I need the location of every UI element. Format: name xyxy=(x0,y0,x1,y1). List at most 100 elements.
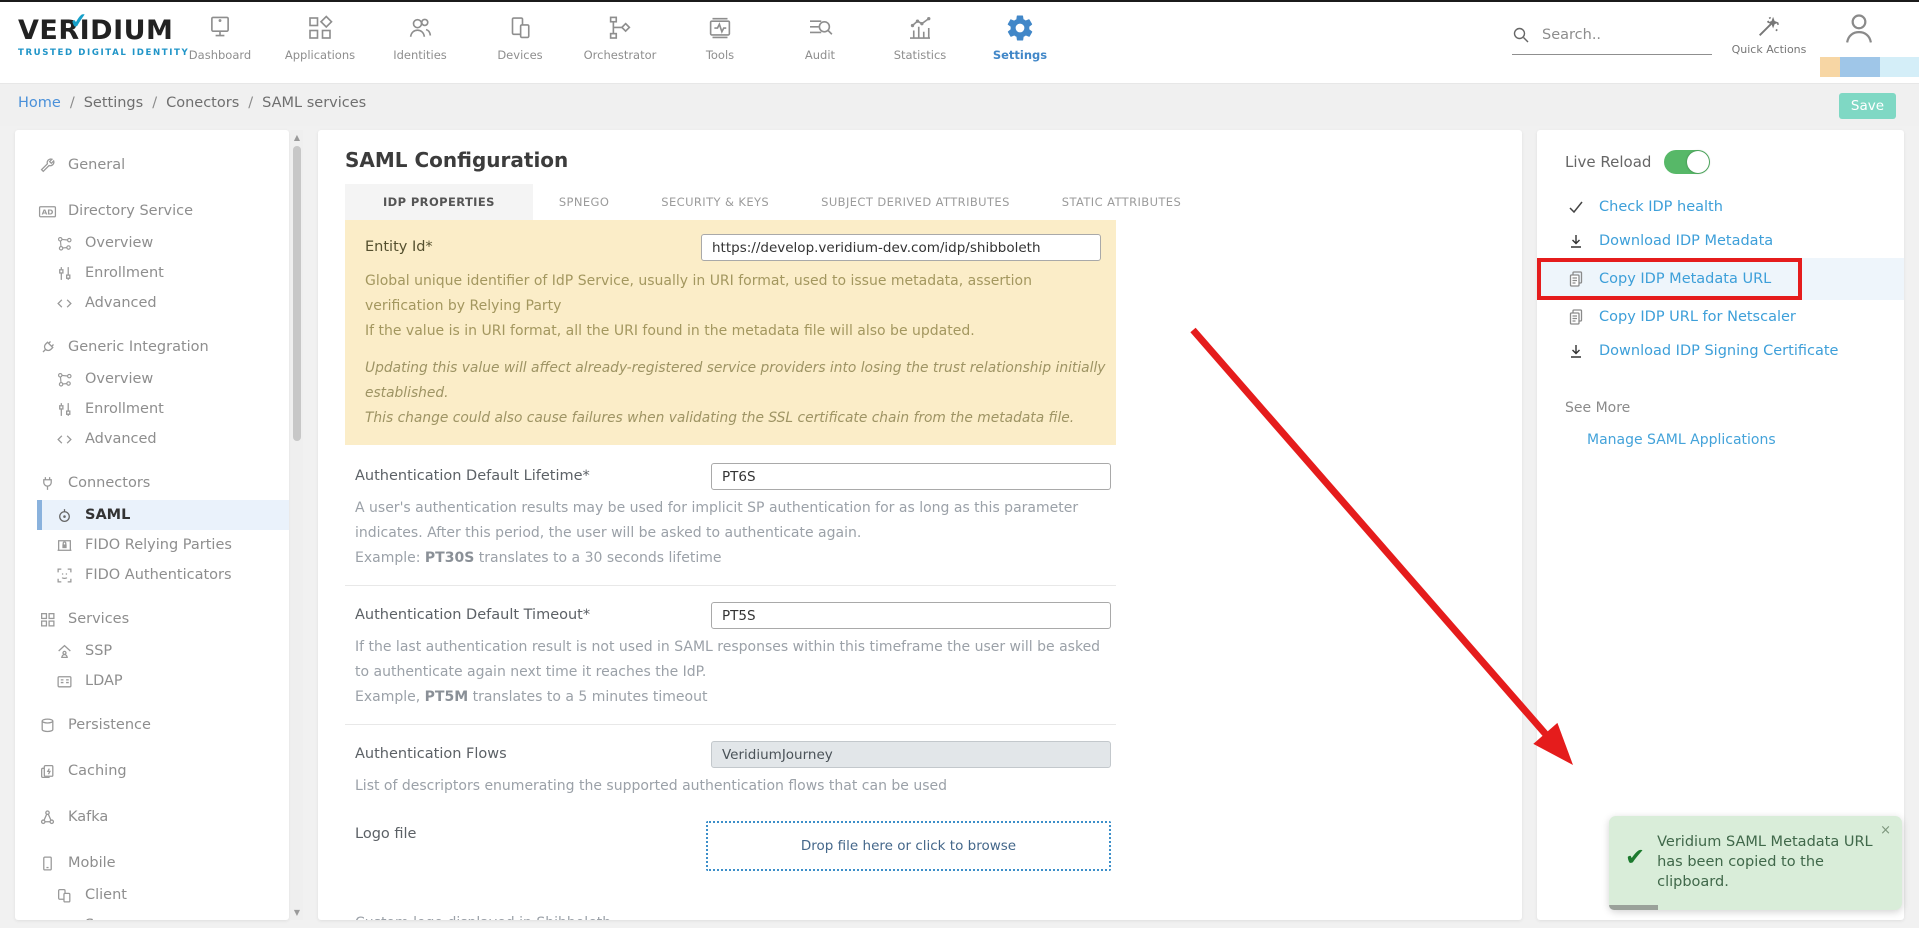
sidebar-item-server[interactable]: Server xyxy=(15,910,289,920)
home-user-icon xyxy=(55,643,74,660)
sidebar-item-gi-enrollment[interactable]: Enrollment xyxy=(15,394,289,424)
breadcrumb-settings[interactable]: Settings xyxy=(84,95,143,111)
logo-file-dropzone[interactable]: Drop file here or click to browse xyxy=(706,821,1111,871)
nav-dashboard[interactable]: Dashboard xyxy=(170,10,270,62)
success-check-icon: ✔ xyxy=(1625,844,1645,892)
sliders-icon xyxy=(55,401,74,418)
toast-close-icon[interactable]: × xyxy=(1880,823,1891,838)
auth-default-lifetime-label: Authentication Default Lifetime* xyxy=(355,463,590,490)
sidebar-item-mobile[interactable]: Mobile xyxy=(15,846,289,880)
tab-subject-derived-attributes[interactable]: SUBJECT DERIVED ATTRIBUTES xyxy=(795,184,1036,220)
activity-icon xyxy=(670,10,770,46)
network-icon xyxy=(55,371,74,388)
sidebar-item-ldap[interactable]: LDAP xyxy=(15,666,289,696)
sidebar-item-fido-relying-parties[interactable]: FIDO Relying Parties xyxy=(15,530,289,560)
sidebar-item-ssp[interactable]: SSP xyxy=(15,636,289,666)
sidebar-scrollbar[interactable]: ▲ ▼ xyxy=(291,130,303,920)
download-idp-signing-certificate-link[interactable]: Download IDP Signing Certificate xyxy=(1537,334,1904,368)
code-icon xyxy=(55,431,74,448)
entity-id-input[interactable] xyxy=(701,234,1101,261)
sidebar-item-client[interactable]: Client xyxy=(15,880,289,910)
entity-id-label: Entity Id* xyxy=(365,234,433,261)
sidebar-item-fido-authenticators[interactable]: FIDO Authenticators xyxy=(15,560,289,590)
logo-file-label: Logo file xyxy=(355,821,416,848)
authentication-flows-label: Authentication Flows xyxy=(355,741,507,768)
device-lock-icon xyxy=(55,537,74,554)
sidebar-item-kafka[interactable]: Kafka xyxy=(15,800,289,834)
settings-sidebar: General AD Directory Service Overview En… xyxy=(15,130,289,920)
header-search xyxy=(1512,26,1712,55)
main-nav: Dashboard Applications Identities Device… xyxy=(170,10,1070,62)
sidebar-item-general[interactable]: General xyxy=(15,148,289,182)
auth-default-lifetime-description: A user's authentication results may be u… xyxy=(355,496,1116,571)
plug-icon xyxy=(38,475,57,492)
quick-actions-button[interactable]: Quick Actions xyxy=(1723,12,1815,56)
live-reload-toggle[interactable] xyxy=(1664,150,1710,174)
tab-static-attributes[interactable]: STATIC ATTRIBUTES xyxy=(1036,184,1207,220)
save-button[interactable]: Save xyxy=(1839,93,1896,119)
nav-statistics[interactable]: Statistics xyxy=(870,10,970,62)
entity-id-warning-text: Updating this value will affect already-… xyxy=(365,356,1106,431)
nav-tools[interactable]: Tools xyxy=(670,10,770,62)
server-icon xyxy=(55,917,74,921)
nav-orchestrator[interactable]: Orchestrator xyxy=(570,10,670,62)
clipboard-toast: ✔ Veridium SAML Metadata URL has been co… xyxy=(1609,816,1902,910)
logo-file-description: Custom logo displayed in Shibboleth xyxy=(345,911,1116,920)
sidebar-item-generic-integration[interactable]: Generic Integration xyxy=(15,330,289,364)
divider xyxy=(345,585,1116,586)
sidebar-item-caching[interactable]: Caching xyxy=(15,754,289,788)
authentication-flows-description: List of descriptors enumerating the supp… xyxy=(355,774,1116,799)
toast-progress-bar xyxy=(1609,905,1658,910)
scroll-down-icon[interactable]: ▼ xyxy=(291,908,303,917)
nav-identities[interactable]: Identities xyxy=(370,10,470,62)
search-input[interactable] xyxy=(1542,27,1692,43)
nav-devices[interactable]: Devices xyxy=(470,10,570,62)
magic-wand-icon xyxy=(1723,12,1815,40)
live-reload-label: Live Reload xyxy=(1565,153,1651,171)
profile-avatar[interactable] xyxy=(1840,10,1878,48)
sidebar-item-services[interactable]: Services xyxy=(15,602,289,636)
manage-saml-applications-link[interactable]: Manage SAML Applications xyxy=(1537,432,1904,448)
sidebar-item-connectors[interactable]: Connectors xyxy=(15,466,289,500)
grid-diamond-icon xyxy=(270,10,370,46)
sidebar-item-directory-service[interactable]: AD Directory Service xyxy=(15,194,289,228)
idp-actions-list: Check IDP health Download IDP Metadata C… xyxy=(1537,190,1904,368)
page-title: SAML Configuration xyxy=(345,146,1522,174)
tab-spnego[interactable]: SPNEGO xyxy=(533,184,635,220)
divider xyxy=(345,724,1116,725)
logo-check-icon: ✔ xyxy=(68,5,89,37)
copy-icon xyxy=(1567,308,1585,326)
check-idp-health-link[interactable]: Check IDP health xyxy=(1537,190,1904,224)
auth-default-lifetime-input[interactable] xyxy=(711,463,1111,490)
scrollbar-thumb[interactable] xyxy=(293,146,301,441)
tab-security-keys[interactable]: SECURITY & KEYS xyxy=(635,184,795,220)
cache-icon xyxy=(38,763,57,780)
copy-idp-metadata-url-link[interactable]: Copy IDP Metadata URL xyxy=(1537,258,1904,300)
sidebar-item-saml[interactable]: SAML xyxy=(37,500,289,530)
breadcrumb-home[interactable]: Home xyxy=(18,95,61,111)
download-idp-metadata-link[interactable]: Download IDP Metadata xyxy=(1537,224,1904,258)
nav-applications[interactable]: Applications xyxy=(270,10,370,62)
sidebar-item-ds-enrollment[interactable]: Enrollment xyxy=(15,258,289,288)
sidebar-item-ds-advanced[interactable]: Advanced xyxy=(15,288,289,318)
see-more-label: See More xyxy=(1537,400,1904,416)
monitor-icon xyxy=(170,10,270,46)
kafka-icon xyxy=(38,809,57,826)
contact-card-icon xyxy=(55,673,74,690)
copy-idp-url-netscaler-link[interactable]: Copy IDP URL for Netscaler xyxy=(1537,300,1904,334)
plug-icon xyxy=(38,339,57,356)
sidebar-item-gi-overview[interactable]: Overview xyxy=(15,364,289,394)
mobile-icon xyxy=(38,855,57,872)
authentication-flows-input xyxy=(711,741,1111,768)
nav-audit[interactable]: Audit xyxy=(770,10,870,62)
sidebar-item-ds-overview[interactable]: Overview xyxy=(15,228,289,258)
sidebar-item-persistence[interactable]: Persistence xyxy=(15,708,289,742)
wrench-icon xyxy=(38,157,57,174)
nav-settings[interactable]: Settings xyxy=(970,10,1070,62)
logo-file-section: Logo file Drop file here or click to bro… xyxy=(345,821,1116,871)
tab-idp-properties[interactable]: IDP PROPERTIES xyxy=(345,184,533,220)
auth-default-timeout-input[interactable] xyxy=(711,602,1111,629)
scroll-up-icon[interactable]: ▲ xyxy=(291,133,303,142)
sidebar-item-gi-advanced[interactable]: Advanced xyxy=(15,424,289,454)
breadcrumb-conectors[interactable]: Conectors xyxy=(166,95,239,111)
